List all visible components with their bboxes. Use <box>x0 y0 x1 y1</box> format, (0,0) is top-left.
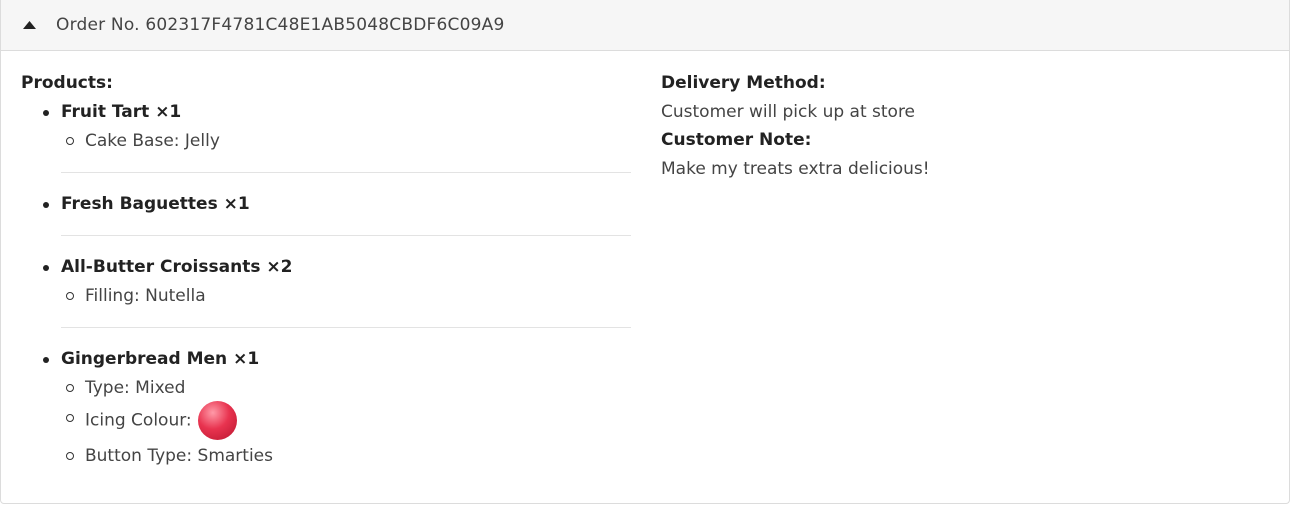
product-list: Fruit Tart ×1 Cake Base: Jelly Fresh Bague… <box>21 99 631 469</box>
customer-note-label: Customer Note: <box>661 130 812 150</box>
product-name: Fruit Tart ×1 <box>61 102 182 122</box>
product-name: All-Butter Croissants ×2 <box>61 257 293 277</box>
icing-colour-swatch <box>197 401 237 440</box>
product-divider <box>61 327 631 328</box>
customer-note-value: Make my treats extra delicious! <box>661 159 930 179</box>
product-divider <box>61 235 631 236</box>
product-name: Gingerbread Men ×1 <box>61 349 260 369</box>
products-column: Products: Fruit Tart ×1 Cake Base: Jelly F… <box>21 71 631 469</box>
delivery-method-label: Delivery Method: <box>661 73 826 93</box>
product-option: Button Type: Smarties <box>61 443 631 469</box>
product-option-list: Cake Base: Jelly <box>61 128 631 154</box>
order-title: Order No. 602317F4781C48E1AB5048CBDF6C09… <box>56 15 505 35</box>
product-item: Gingerbread Men ×1 Type: Mixed Icing Colou… <box>21 346 631 469</box>
order-card: Order No. 602317F4781C48E1AB5048CBDF6C09… <box>0 0 1290 504</box>
product-divider <box>61 172 631 173</box>
product-option-list: Type: Mixed Icing Colour: Button Type: Sma… <box>61 375 631 469</box>
product-option-text: Icing Colour: <box>85 410 192 431</box>
product-item: Fruit Tart ×1 Cake Base: Jelly <box>21 99 631 154</box>
order-details: Products: Fruit Tart ×1 Cake Base: Jelly F… <box>1 51 1289 503</box>
caret-up-icon <box>23 21 36 29</box>
products-label: Products: <box>21 73 113 93</box>
product-option-text: Filling: Nutella <box>85 286 206 306</box>
product-option-list: Filling: Nutella <box>61 283 631 309</box>
order-header-toggle[interactable]: Order No. 602317F4781C48E1AB5048CBDF6C09… <box>1 0 1289 51</box>
product-option: Cake Base: Jelly <box>61 128 631 154</box>
product-option: Filling: Nutella <box>61 283 631 309</box>
product-name: Fresh Baguettes ×1 <box>61 194 250 214</box>
order-info-column: Delivery Method: Customer will pick up a… <box>661 71 1261 185</box>
product-option-text: Button Type: Smarties <box>85 446 273 466</box>
delivery-method-value: Customer will pick up at store <box>661 102 916 122</box>
product-option: Type: Mixed <box>61 375 631 401</box>
product-item: Fresh Baguettes ×1 <box>21 191 631 217</box>
product-option: Icing Colour: <box>61 401 631 440</box>
product-option-text: Cake Base: Jelly <box>85 131 220 151</box>
product-option-text: Type: Mixed <box>85 378 186 398</box>
product-item: All-Butter Croissants ×2 Filling: Nutella <box>21 254 631 309</box>
